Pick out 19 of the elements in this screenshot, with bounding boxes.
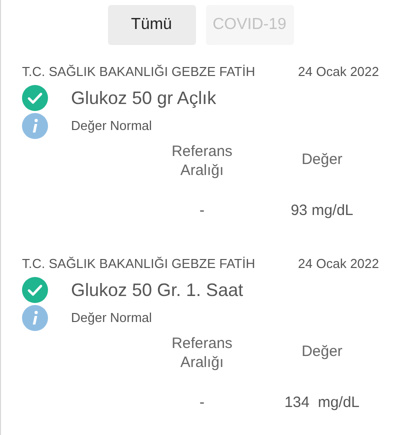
reference-range: - xyxy=(198,200,206,220)
column-header: Referans Aralığı xyxy=(170,142,234,180)
column-header: Değer xyxy=(300,150,344,170)
hospital-name: T.C. SAĞLIK BAKANLIĞI GEBZE FATİH xyxy=(22,63,256,81)
info-icon xyxy=(22,112,48,138)
result-value: 134 mg/dL xyxy=(283,392,361,412)
hospital-name: T.C. SAĞLIK BAKANLIĞI GEBZE FATİH xyxy=(22,255,256,273)
info-icon xyxy=(22,304,48,330)
reference-range: - xyxy=(198,392,206,412)
test-name: Glukoz 50 Gr. 1. Saat xyxy=(71,278,244,302)
column-header: Referans Aralığı xyxy=(170,334,234,372)
result-note: Değer Normal xyxy=(71,308,152,327)
result-value: 93 mg/dL xyxy=(290,200,354,220)
test-name: Glukoz 50 gr Açlık xyxy=(71,86,216,110)
result-date: 24 Ocak 2022 xyxy=(298,63,379,81)
result-date: 24 Ocak 2022 xyxy=(298,255,379,273)
result-note: Değer Normal xyxy=(71,116,152,135)
column-header: Değer xyxy=(300,342,344,362)
filter-tab[interactable]: Tümü xyxy=(108,5,196,45)
